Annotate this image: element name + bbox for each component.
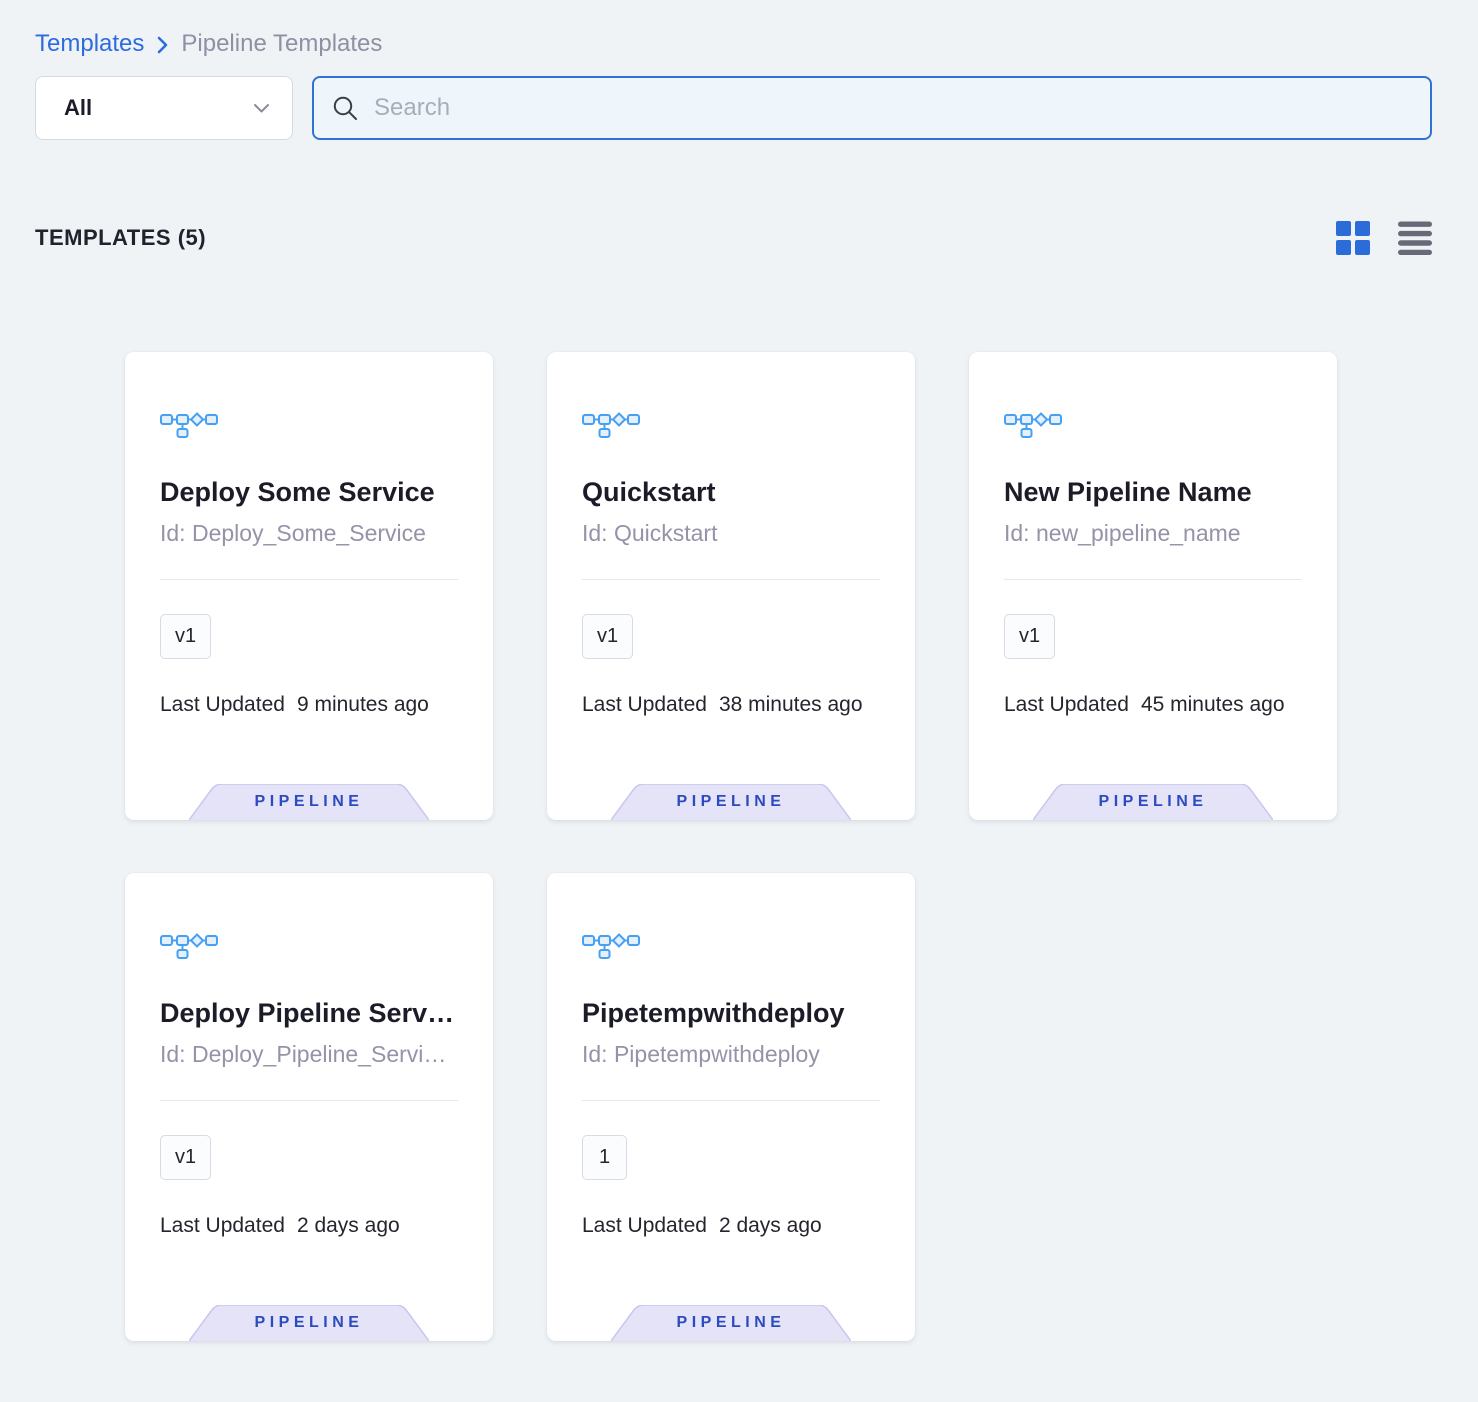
pipeline-type-badge-label: PIPELINE (1033, 793, 1273, 811)
template-title: New Pipeline Name (1004, 477, 1302, 508)
last-updated-value: 38 minutes ago (719, 693, 863, 717)
template-id: Id: Deploy_Some_Service (160, 520, 458, 547)
template-id: Id: Quickstart (582, 520, 880, 547)
last-updated-value: 2 days ago (297, 1214, 400, 1238)
pipeline-type-badge: PIPELINE (189, 784, 429, 820)
pipeline-type-badge: PIPELINE (611, 1305, 851, 1341)
last-updated-value: 9 minutes ago (297, 693, 429, 717)
last-updated-label: Last Updated (160, 1214, 285, 1238)
template-card[interactable]: Quickstart Id: Quickstart v1 Last Update… (547, 352, 915, 820)
version-badge: v1 (160, 614, 211, 659)
section-header: TEMPLATES (5) (35, 220, 1432, 256)
last-updated-row: Last Updated 45 minutes ago (1004, 693, 1302, 717)
pipeline-graph-icon (1004, 405, 1302, 439)
search-input[interactable] (374, 94, 1412, 122)
version-badge: v1 (1004, 614, 1055, 659)
version-badge: v1 (582, 614, 633, 659)
template-title: Quickstart (582, 477, 880, 508)
template-id: Id: Pipetempwithdeploy (582, 1041, 880, 1068)
pipeline-type-badge-label: PIPELINE (189, 793, 429, 811)
template-id: Id: new_pipeline_name (1004, 520, 1302, 547)
templates-count-title: TEMPLATES (5) (35, 225, 206, 251)
last-updated-label: Last Updated (1004, 693, 1129, 717)
template-grid: Deploy Some Service Id: Deploy_Some_Serv… (125, 352, 1432, 1341)
pipeline-type-badge: PIPELINE (189, 1305, 429, 1341)
template-title: Deploy Pipeline Serv… (160, 998, 458, 1029)
pipeline-graph-icon (582, 405, 880, 439)
list-view-icon[interactable] (1398, 221, 1432, 255)
last-updated-label: Last Updated (582, 693, 707, 717)
search-icon (332, 95, 359, 122)
last-updated-label: Last Updated (160, 693, 285, 717)
pipeline-type-badge: PIPELINE (611, 784, 851, 820)
last-updated-label: Last Updated (582, 1214, 707, 1238)
scope-filter-value: All (64, 95, 92, 121)
breadcrumb-chevron-icon (156, 35, 169, 55)
version-badge: 1 (582, 1135, 627, 1180)
pipeline-graph-icon (160, 926, 458, 960)
pipeline-type-badge-label: PIPELINE (189, 1314, 429, 1332)
filter-row: All (35, 76, 1432, 140)
last-updated-value: 2 days ago (719, 1214, 822, 1238)
last-updated-row: Last Updated 2 days ago (582, 1214, 880, 1238)
last-updated-row: Last Updated 9 minutes ago (160, 693, 458, 717)
template-card[interactable]: Deploy Some Service Id: Deploy_Some_Serv… (125, 352, 493, 820)
pipeline-graph-icon (582, 926, 880, 960)
breadcrumb-current-page: Pipeline Templates (181, 30, 382, 58)
template-id: Id: Deploy_Pipeline_Servi… (160, 1041, 458, 1068)
template-title: Pipetempwithdeploy (582, 998, 880, 1029)
search-box (312, 76, 1432, 140)
pipeline-type-badge-label: PIPELINE (611, 793, 851, 811)
breadcrumb: Templates Pipeline Templates (35, 28, 1432, 60)
pipeline-graph-icon (160, 405, 458, 439)
template-card[interactable]: Pipetempwithdeploy Id: Pipetempwithdeplo… (547, 873, 915, 1341)
grid-view-icon[interactable] (1336, 221, 1370, 255)
chevron-down-icon (253, 103, 270, 114)
pipeline-templates-page: Templates Pipeline Templates All TEMPLAT… (0, 0, 1478, 1402)
breadcrumb-templates-link[interactable]: Templates (35, 30, 144, 58)
view-toggles (1336, 221, 1432, 255)
last-updated-row: Last Updated 38 minutes ago (582, 693, 880, 717)
pipeline-type-badge: PIPELINE (1033, 784, 1273, 820)
last-updated-value: 45 minutes ago (1141, 693, 1285, 717)
template-title: Deploy Some Service (160, 477, 458, 508)
pipeline-type-badge-label: PIPELINE (611, 1314, 851, 1332)
version-badge: v1 (160, 1135, 211, 1180)
last-updated-row: Last Updated 2 days ago (160, 1214, 458, 1238)
template-card[interactable]: New Pipeline Name Id: new_pipeline_name … (969, 352, 1337, 820)
template-card[interactable]: Deploy Pipeline Serv… Id: Deploy_Pipelin… (125, 873, 493, 1341)
scope-filter-dropdown[interactable]: All (35, 76, 293, 140)
